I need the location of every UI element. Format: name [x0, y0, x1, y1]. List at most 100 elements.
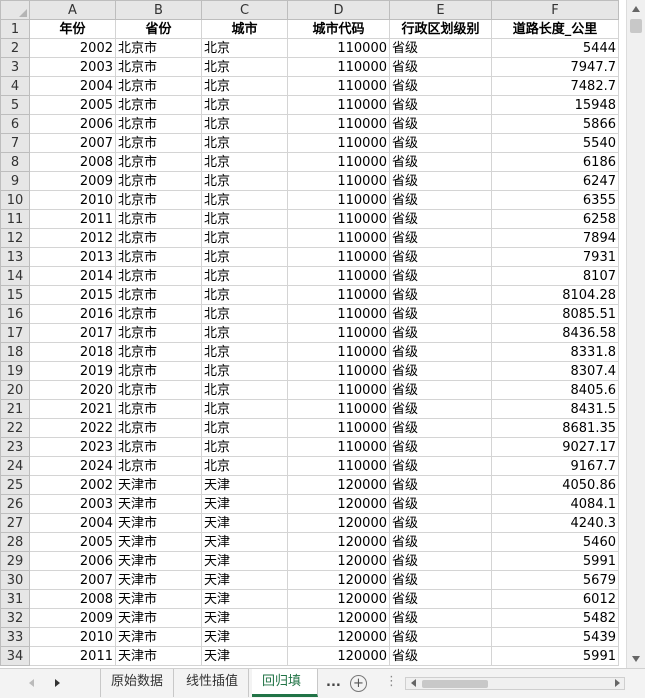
cell-year[interactable]: 2007 — [29, 570, 116, 590]
cell-road-length[interactable]: 8405.6 — [491, 380, 619, 400]
cell-admin-level[interactable]: 省级 — [389, 57, 492, 77]
cell-road-length[interactable]: 7482.7 — [491, 76, 619, 96]
cell-city-code[interactable]: 110000 — [287, 95, 390, 115]
cell-year[interactable]: 2010 — [29, 627, 116, 647]
cell-year[interactable]: 2005 — [29, 532, 116, 552]
cell-city[interactable]: 北京 — [201, 209, 288, 229]
row-header[interactable]: 6 — [0, 114, 30, 134]
cell-city-code[interactable]: 110000 — [287, 209, 390, 229]
row-header[interactable]: 13 — [0, 247, 30, 267]
cell-city[interactable]: 北京 — [201, 171, 288, 191]
cell-road-length[interactable]: 4084.1 — [491, 494, 619, 514]
row-header[interactable]: 28 — [0, 532, 30, 552]
cell-year[interactable]: 2016 — [29, 304, 116, 324]
cell-admin-level[interactable]: 省级 — [389, 323, 492, 343]
cell-city[interactable]: 天津 — [201, 513, 288, 533]
cell-province[interactable]: 北京市 — [115, 342, 202, 362]
cell-city-code[interactable]: 120000 — [287, 589, 390, 609]
cell-city-code[interactable]: 110000 — [287, 38, 390, 58]
vertical-scroll-thumb[interactable] — [630, 19, 642, 33]
cell-road-length[interactable]: 8431.5 — [491, 399, 619, 419]
row-header[interactable]: 19 — [0, 361, 30, 381]
column-header-e[interactable]: E — [389, 0, 492, 20]
tab-linear-interpolation[interactable]: 线性插值 — [176, 669, 250, 697]
cell-admin-level[interactable]: 省级 — [389, 361, 492, 381]
cell-admin-level[interactable]: 省级 — [389, 456, 492, 476]
cell-city[interactable]: 北京 — [201, 57, 288, 77]
cell-admin-level[interactable]: 省级 — [389, 589, 492, 609]
cell-province[interactable]: 北京市 — [115, 95, 202, 115]
cell-road-length[interactable]: 6258 — [491, 209, 619, 229]
cell-province[interactable]: 北京市 — [115, 437, 202, 457]
cell-city-code[interactable]: 110000 — [287, 190, 390, 210]
row-header[interactable]: 20 — [0, 380, 30, 400]
cell-city[interactable]: 天津 — [201, 494, 288, 514]
row-header[interactable]: 17 — [0, 323, 30, 343]
cell-admin-level[interactable]: 省级 — [389, 38, 492, 58]
cell-province[interactable]: 北京市 — [115, 38, 202, 58]
cell-city[interactable]: 天津 — [201, 646, 288, 666]
row-header[interactable]: 26 — [0, 494, 30, 514]
cell-province[interactable]: 天津市 — [115, 627, 202, 647]
row-header[interactable]: 7 — [0, 133, 30, 153]
tab-prev-icon[interactable] — [24, 676, 38, 690]
cell-city[interactable]: 北京 — [201, 266, 288, 286]
cell-year[interactable]: 2012 — [29, 228, 116, 248]
cell-city-code[interactable]: 110000 — [287, 76, 390, 96]
cell-province[interactable]: 北京市 — [115, 209, 202, 229]
cell-city[interactable]: 天津 — [201, 627, 288, 647]
cell-city-code[interactable]: 110000 — [287, 437, 390, 457]
row-header[interactable]: 34 — [0, 646, 30, 666]
row-header[interactable]: 30 — [0, 570, 30, 590]
row-header[interactable]: 27 — [0, 513, 30, 533]
worksheet-grid[interactable]: A B C D E F 1 年份 省份 城市 城市代码 行政区划级别 道路长度_… — [0, 0, 626, 668]
row-header[interactable]: 2 — [0, 38, 30, 58]
cell-province[interactable]: 北京市 — [115, 418, 202, 438]
cell-year[interactable]: 2003 — [29, 57, 116, 77]
more-options-icon[interactable]: ⋮ — [385, 674, 398, 689]
cell-year[interactable]: 2023 — [29, 437, 116, 457]
cell-road-length[interactable]: 8107 — [491, 266, 619, 286]
cell-admin-level[interactable]: 省级 — [389, 228, 492, 248]
cell-admin-level[interactable]: 省级 — [389, 437, 492, 457]
cell-admin-level[interactable]: 省级 — [389, 133, 492, 153]
cell-city-code[interactable]: 110000 — [287, 266, 390, 286]
cell-admin-level[interactable]: 省级 — [389, 380, 492, 400]
row-header[interactable]: 18 — [0, 342, 30, 362]
cell-city-code[interactable]: 110000 — [287, 323, 390, 343]
horizontal-scroll-thumb[interactable] — [422, 680, 488, 688]
row-header[interactable]: 14 — [0, 266, 30, 286]
cell-admin-level[interactable]: 省级 — [389, 209, 492, 229]
cell-year[interactable]: 2004 — [29, 513, 116, 533]
cell-year[interactable]: 2022 — [29, 418, 116, 438]
cell-city[interactable]: 北京 — [201, 380, 288, 400]
cell-year[interactable]: 2018 — [29, 342, 116, 362]
cell-road-length[interactable]: 9027.17 — [491, 437, 619, 457]
cell-road-length[interactable]: 6355 — [491, 190, 619, 210]
cell-year[interactable]: 2006 — [29, 114, 116, 134]
cell-city[interactable]: 北京 — [201, 361, 288, 381]
cell-city-code[interactable]: 120000 — [287, 475, 390, 495]
row-header[interactable]: 11 — [0, 209, 30, 229]
cell-year[interactable]: 2024 — [29, 456, 116, 476]
cell-admin-level[interactable]: 省级 — [389, 399, 492, 419]
cell-road-length[interactable]: 5679 — [491, 570, 619, 590]
row-header[interactable]: 4 — [0, 76, 30, 96]
cell-province[interactable]: 北京市 — [115, 190, 202, 210]
hscroll-right-icon[interactable] — [611, 677, 623, 689]
row-header[interactable]: 3 — [0, 57, 30, 77]
cell-year[interactable]: 2008 — [29, 589, 116, 609]
cell-city-code[interactable]: 120000 — [287, 551, 390, 571]
cell-city[interactable]: 天津 — [201, 570, 288, 590]
cell-city[interactable]: 北京 — [201, 228, 288, 248]
cell-city-code[interactable]: 120000 — [287, 646, 390, 666]
cell-city[interactable]: 北京 — [201, 76, 288, 96]
cell-city-code[interactable]: 110000 — [287, 380, 390, 400]
cell-year[interactable]: 2007 — [29, 133, 116, 153]
row-header[interactable]: 5 — [0, 95, 30, 115]
row-header[interactable]: 33 — [0, 627, 30, 647]
cell-province[interactable]: 北京市 — [115, 152, 202, 172]
cell-city[interactable]: 北京 — [201, 285, 288, 305]
cell-year[interactable]: 2019 — [29, 361, 116, 381]
cell-city-code[interactable]: 110000 — [287, 171, 390, 191]
